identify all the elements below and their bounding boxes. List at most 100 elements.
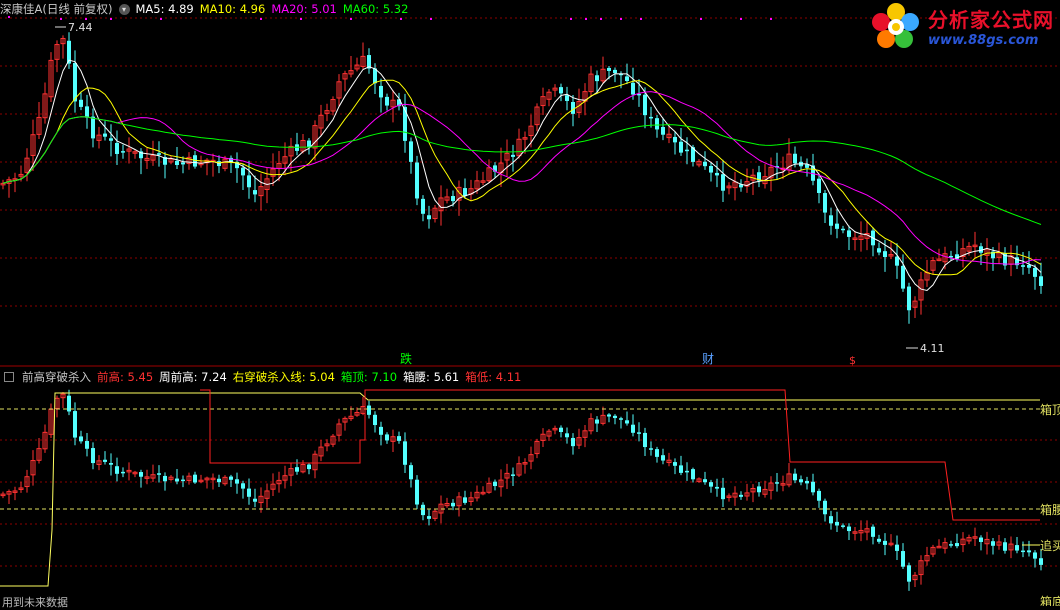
lower-candle bbox=[565, 433, 569, 438]
upper-candle bbox=[607, 67, 611, 71]
lower-candle bbox=[427, 516, 431, 519]
chart-canvas[interactable]: 7.44 4.11 跌 财 $ 箱顶箱腰追买箱底 bbox=[0, 0, 1060, 606]
upper-candle bbox=[895, 256, 899, 266]
box-mid-right-label: 箱腰 bbox=[1040, 502, 1060, 517]
lower-candle bbox=[379, 426, 383, 435]
lower-candle bbox=[637, 432, 641, 434]
logo-url: www.88gs.com bbox=[928, 33, 1039, 48]
upper-candle bbox=[73, 63, 77, 102]
signal-dot bbox=[110, 18, 112, 20]
upper-candle bbox=[463, 188, 467, 197]
settings-icon[interactable]: ▾ bbox=[118, 3, 130, 15]
upper-candle bbox=[703, 161, 707, 167]
upper-candle bbox=[181, 162, 185, 165]
lower-candle bbox=[991, 541, 995, 546]
stock-name: 深康佳A(日线 前复权) bbox=[0, 2, 113, 16]
upper-candle bbox=[559, 87, 563, 94]
lower-candle bbox=[907, 565, 911, 582]
upper-header: 深康佳A(日线 前复权) ▾ MA5: 4.89 MA10: 4.96 MA20… bbox=[0, 0, 408, 18]
lower-candle bbox=[403, 441, 407, 465]
lower-candle bbox=[451, 502, 455, 507]
lower-candle bbox=[631, 424, 635, 433]
lower-candle bbox=[121, 471, 125, 474]
box-low-label: 箱低: 4.11 bbox=[465, 370, 522, 384]
lower-candle bbox=[793, 473, 797, 481]
upper-candle bbox=[85, 106, 89, 118]
high-price-label: 7.44 bbox=[68, 21, 93, 34]
upper-candle bbox=[883, 251, 887, 258]
lower-candle bbox=[895, 544, 899, 551]
upper-candle bbox=[1027, 264, 1031, 268]
upper-candle bbox=[157, 153, 161, 155]
prev-high-label: 前高: 5.45 bbox=[97, 370, 154, 384]
ma60-label: MA60: 5.32 bbox=[342, 2, 409, 16]
lower-candle bbox=[595, 419, 599, 424]
signal-dot bbox=[770, 18, 772, 20]
signal-dot bbox=[85, 18, 87, 20]
upper-candle bbox=[829, 215, 833, 226]
lower-candle bbox=[247, 488, 251, 497]
signal-dot bbox=[60, 18, 62, 20]
lower-candle bbox=[625, 420, 629, 424]
lower-candle bbox=[709, 482, 713, 487]
lower-candle bbox=[139, 472, 143, 477]
lower-candle bbox=[817, 490, 821, 501]
ma10-label: MA10: 4.96 bbox=[199, 2, 266, 16]
upper-candle bbox=[565, 95, 569, 101]
lower-candle bbox=[193, 474, 197, 483]
lower-candle bbox=[649, 448, 653, 450]
upper-candle bbox=[409, 141, 413, 162]
lower-candle bbox=[811, 481, 815, 493]
lower-candle bbox=[655, 449, 659, 457]
box-mid-label: 箱腰: 5.61 bbox=[403, 370, 460, 384]
lower-candle bbox=[619, 418, 623, 420]
ma20-label: MA20: 5.01 bbox=[271, 2, 337, 16]
indicator-toggle-icon[interactable] bbox=[4, 372, 14, 382]
break-value: 5.04 bbox=[309, 370, 335, 384]
lower-candle bbox=[79, 436, 83, 442]
upper-candle bbox=[907, 286, 911, 311]
indicator-name: 前高穿破杀入 bbox=[22, 370, 91, 384]
upper-candle bbox=[679, 141, 683, 153]
site-logo[interactable]: 分析家公式网 www.88gs.com bbox=[870, 2, 1054, 50]
upper-candle bbox=[631, 82, 635, 95]
lower-candle bbox=[295, 467, 299, 472]
ma5-label: MA5: 4.89 bbox=[135, 2, 194, 16]
ma10-value: 4.96 bbox=[239, 2, 266, 16]
lower-candle bbox=[1015, 545, 1019, 551]
upper-candle bbox=[613, 69, 617, 74]
signal-dot bbox=[740, 18, 742, 20]
lower-candle bbox=[241, 483, 245, 489]
lower-candle bbox=[673, 462, 677, 466]
lower-candle bbox=[1021, 550, 1025, 553]
upper-candle bbox=[661, 126, 665, 135]
lower-candle bbox=[979, 537, 983, 542]
upper-candle bbox=[1033, 267, 1037, 277]
lower-candle bbox=[367, 405, 371, 415]
lower-candle bbox=[841, 525, 845, 527]
upper-candle bbox=[649, 116, 653, 119]
lower-candle bbox=[715, 486, 719, 489]
lower-candle bbox=[73, 411, 77, 438]
upper-candle bbox=[655, 118, 659, 130]
lower-candle bbox=[571, 437, 575, 447]
lower-candle bbox=[217, 478, 221, 483]
lower-candle bbox=[691, 469, 695, 480]
lower-candle bbox=[385, 434, 389, 441]
upper-candle bbox=[709, 166, 713, 173]
lower-candle bbox=[511, 474, 515, 476]
lower-candle bbox=[1027, 550, 1031, 553]
lower-candle bbox=[955, 543, 959, 547]
lower-candle bbox=[847, 526, 851, 532]
lower-candle bbox=[877, 538, 881, 542]
lower-candle bbox=[703, 479, 707, 483]
signal-dot bbox=[400, 18, 402, 20]
box-top-value: 7.10 bbox=[371, 370, 398, 384]
lower-candle bbox=[307, 464, 311, 470]
signal-dot bbox=[350, 18, 352, 20]
low-price-label: 4.11 bbox=[920, 342, 945, 355]
lower-candle bbox=[181, 479, 185, 482]
signal-dot bbox=[160, 18, 162, 20]
lower-candle bbox=[835, 521, 839, 526]
lower-candle bbox=[235, 479, 239, 484]
